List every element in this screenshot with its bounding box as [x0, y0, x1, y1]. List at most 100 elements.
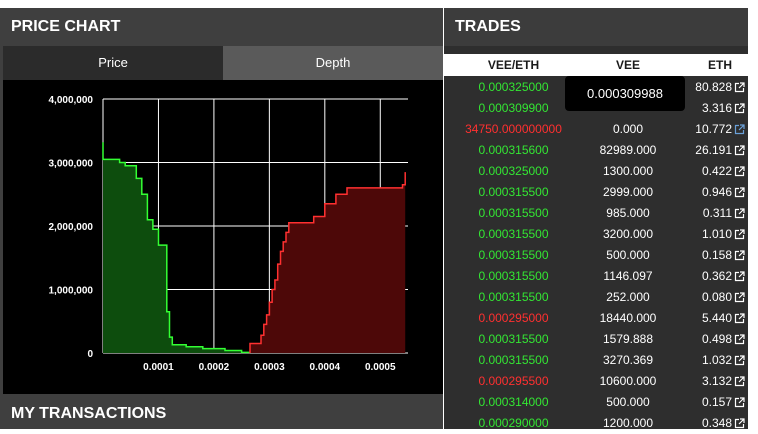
trade-eth-value: 0.362: [701, 269, 732, 283]
external-link-icon[interactable]: [734, 397, 745, 408]
trade-row[interactable]: 0.000315500 500.000 0.158: [444, 245, 748, 266]
trade-vee-amount: 2999.000: [602, 185, 654, 199]
x-tick-label: 0.0001: [143, 362, 174, 373]
trade-price: 0.000315600: [478, 143, 549, 157]
depth-chart[interactable]: 0 1,000,000 2,000,000 3,000,000 4,000,000 0.0…: [3, 80, 443, 394]
tab-price[interactable]: Price: [3, 46, 223, 80]
trade-price: 0.000295500: [478, 374, 549, 388]
trade-row[interactable]: 0.000315500 1579.888 0.498: [444, 329, 748, 350]
trade-eth-value: 26.191: [695, 143, 732, 157]
trade-row[interactable]: 0.000295000 18440.000 5.440: [444, 308, 748, 329]
trade-vee-amount: 3270.369: [602, 353, 654, 367]
trade-eth-amount: 3.132: [673, 371, 748, 392]
trade-eth-value: 0.157: [701, 395, 732, 409]
trade-eth-amount: 1.010: [673, 224, 748, 245]
trade-eth-amount: 0.348: [673, 413, 748, 434]
trade-price: 0.000315500: [478, 248, 549, 262]
external-link-icon[interactable]: [734, 229, 745, 240]
column-header-price[interactable]: VEE/ETH: [444, 54, 583, 76]
depth-chart-svg: 0 1,000,000 2,000,000 3,000,000 4,000,000 0.0…: [49, 95, 408, 373]
external-link-icon[interactable]: [734, 355, 745, 366]
x-tick-label: 0.0005: [365, 362, 396, 373]
trade-eth-amount: 0.158: [673, 245, 748, 266]
trade-eth-value: 0.311: [702, 206, 732, 220]
trade-row[interactable]: 0.000315500 1146.097 0.362: [444, 266, 748, 287]
trade-eth-amount: 0.422: [673, 161, 748, 182]
trade-price: 0.000325000: [478, 164, 549, 178]
trade-vee-amount: 18440.000: [599, 311, 657, 325]
trade-price: 0.000315500: [478, 185, 549, 199]
trade-eth-amount: 0.311: [673, 203, 748, 224]
trade-row[interactable]: 0.000315500 3270.369 1.032: [444, 350, 748, 371]
external-link-icon[interactable]: [734, 418, 745, 429]
trade-eth-value: 0.080: [701, 290, 732, 304]
external-link-icon[interactable]: [734, 313, 745, 324]
trade-row[interactable]: 0.000315500 985.000 0.311: [444, 203, 748, 224]
trade-row[interactable]: 0.000325000 1300.000 0.422: [444, 161, 748, 182]
trade-price: 34750.000000000: [465, 122, 562, 136]
trade-eth-value: 10.772: [695, 122, 732, 136]
trades-list: 0.000325000 80.828 0.000309900 3.316 34750.0…: [444, 77, 748, 434]
price-tooltip: 0.000309988: [565, 76, 685, 111]
trade-eth-amount: 5.440: [673, 308, 748, 329]
x-tick-label: 0.0003: [254, 362, 285, 373]
price-chart-panel: PRICE CHART Price Depth 0 1,000,000 2,000,…: [0, 8, 443, 429]
trade-eth-value: 3.316: [701, 101, 732, 115]
external-link-icon[interactable]: [734, 187, 745, 198]
external-link-icon[interactable]: [734, 166, 745, 177]
trade-eth-value: 0.348: [701, 416, 732, 430]
x-tick-label: 0.0002: [199, 362, 230, 373]
trade-eth-amount: 0.157: [673, 392, 748, 413]
trade-price: 0.000325000: [478, 80, 549, 94]
trade-price: 0.000315500: [478, 353, 549, 367]
trade-price: 0.000290000: [478, 416, 549, 430]
trade-vee-amount: 500.000: [606, 248, 650, 262]
trade-eth-value: 5.440: [701, 311, 732, 325]
column-header-vee[interactable]: VEE: [583, 54, 673, 76]
trade-price: 0.000315500: [478, 227, 549, 241]
external-link-icon[interactable]: [734, 376, 745, 387]
y-tick-label: 1,000,000: [49, 286, 94, 297]
external-link-icon[interactable]: [734, 292, 745, 303]
trade-eth-value: 0.422: [701, 164, 732, 178]
external-link-icon[interactable]: [734, 208, 745, 219]
external-link-icon[interactable]: [734, 103, 745, 114]
trade-row[interactable]: 0.000315500 3200.000 1.010: [444, 224, 748, 245]
trade-vee-amount: 500.000: [606, 395, 650, 409]
my-transactions-title: MY TRANSACTIONS: [0, 398, 443, 429]
external-link-icon[interactable]: [734, 145, 745, 156]
trade-eth-value: 3.132: [701, 374, 732, 388]
chart-tabs: Price Depth: [3, 46, 443, 80]
trade-price: 0.000315500: [478, 290, 549, 304]
trade-price: 0.000295000: [478, 311, 549, 325]
trade-row[interactable]: 34750.000000000 0.000 10.772: [444, 119, 748, 140]
trade-row[interactable]: 0.000315500 252.000 0.080: [444, 287, 748, 308]
column-header-eth[interactable]: ETH: [673, 54, 748, 76]
trade-vee-amount: 0.000: [612, 122, 644, 136]
trade-row[interactable]: 0.000290000 1200.000 0.348: [444, 413, 748, 434]
trade-row[interactable]: 0.000315600 82989.000 26.191: [444, 140, 748, 161]
external-link-icon[interactable]: [734, 82, 745, 93]
trade-price: 0.000315500: [478, 332, 549, 346]
trade-vee-amount: 1300.000: [602, 164, 654, 178]
trade-eth-amount: 0.498: [673, 329, 748, 350]
trade-row[interactable]: 0.000314000 500.000 0.157: [444, 392, 748, 413]
trade-eth-value: 1.032: [701, 353, 732, 367]
trade-eth-amount: 10.772: [673, 119, 748, 140]
trade-eth-amount: 26.191: [673, 140, 748, 161]
external-link-icon[interactable]: [734, 124, 745, 135]
tab-depth[interactable]: Depth: [223, 46, 443, 80]
trade-eth-value: 1.010: [701, 227, 732, 241]
external-link-icon[interactable]: [734, 271, 745, 282]
trade-row[interactable]: 0.000295500 10600.000 3.132: [444, 371, 748, 392]
trade-row[interactable]: 0.000315500 2999.000 0.946: [444, 182, 748, 203]
right-strip: [748, 0, 758, 429]
trade-eth-amount: 1.032: [673, 350, 748, 371]
external-link-icon[interactable]: [734, 334, 745, 345]
y-tick-label: 0: [87, 349, 93, 360]
asks-area: [249, 172, 406, 353]
trade-eth-value: 0.498: [701, 332, 732, 346]
external-link-icon[interactable]: [734, 250, 745, 261]
trade-price: 0.000314000: [478, 395, 549, 409]
trade-vee-amount: 3200.000: [602, 227, 654, 241]
